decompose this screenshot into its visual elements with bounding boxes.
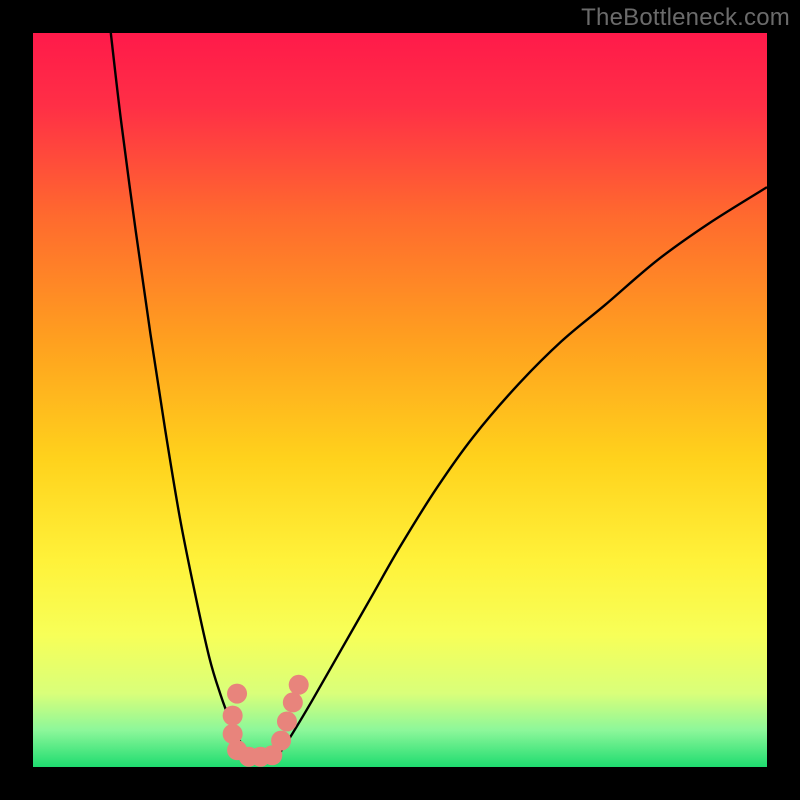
marker-dot [227,684,247,704]
gradient-background [33,33,767,767]
marker-dot [289,675,309,695]
marker-dot [271,731,291,751]
marker-dot [223,706,243,726]
watermark-text: TheBottleneck.com [581,4,790,32]
bottleneck-plot [33,33,767,767]
marker-dot [283,692,303,712]
chart-frame: TheBottleneck.com [0,0,800,800]
marker-dot [277,711,297,731]
